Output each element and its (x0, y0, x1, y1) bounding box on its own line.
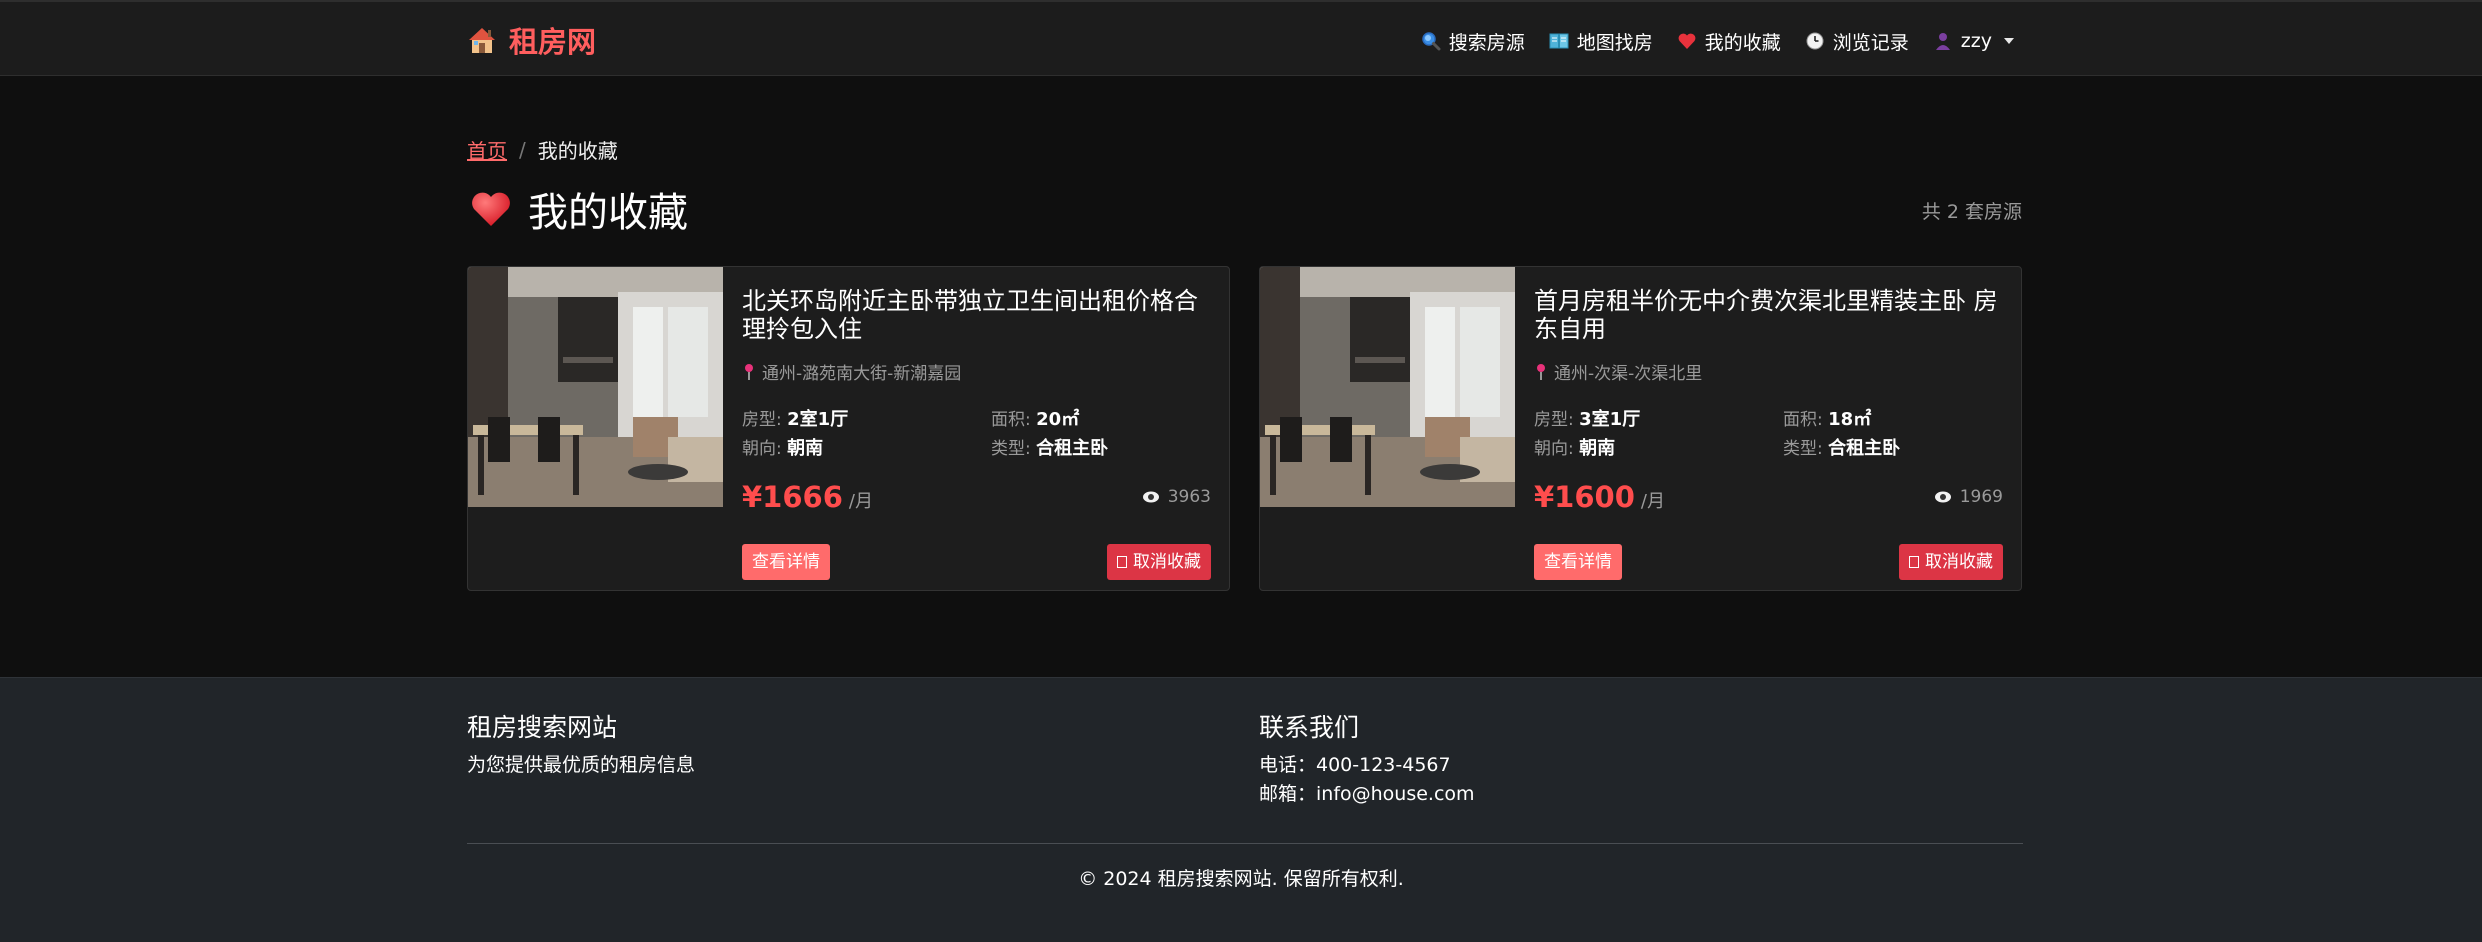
spec-area: 面积: 18㎡ (1783, 405, 1871, 431)
listing-title[interactable]: 首月房租半价无中介费次渠北里精装主卧 房东自用 (1534, 287, 2004, 343)
spec-orientation-value: 朝南 (787, 438, 824, 459)
heart-icon (472, 192, 510, 226)
listing-price: ¥1666 /月 (742, 480, 873, 514)
square-icon (1909, 556, 1919, 568)
nav-label-user: zzy (1960, 30, 1992, 52)
footer: 租房搜索网站 为您提供最优质的租房信息 联系我们 电话：400-123-4567… (0, 677, 2482, 942)
listing-location: 通州-潞苑南大街-新潮嘉园 (742, 359, 961, 384)
spec-orientation: 朝向: 朝南 (742, 434, 823, 460)
map-book-icon (1549, 33, 1569, 49)
view-count: 3963 (1142, 487, 1211, 507)
brand-link[interactable]: 租房网 (467, 22, 597, 59)
spec-area-value: 20㎡ (1036, 409, 1080, 430)
brand-name: 租房网 (509, 25, 597, 59)
price-amount: ¥1600 (1534, 480, 1635, 514)
heart-icon (1678, 33, 1696, 49)
nav-label-search: 搜索房源 (1448, 31, 1525, 54)
spec-layout: 房型: 2室1厅 (742, 405, 848, 431)
nav-item-favorites[interactable]: 我的收藏 (1677, 28, 1781, 55)
listing-photo[interactable] (468, 267, 723, 507)
listing-location: 通州-次渠-次渠北里 (1534, 359, 1702, 384)
eye-icon (1142, 491, 1159, 503)
pin-icon (1537, 363, 1545, 380)
spec-orientation: 朝向: 朝南 (1534, 434, 1615, 460)
breadcrumb: 首页 / 我的收藏 (467, 135, 618, 164)
page-title: 我的收藏 (470, 180, 688, 238)
navbar: 租房网 搜索房源 地图找房 我的收藏 浏览记录 zzy (0, 0, 2482, 76)
spec-orientation-value: 朝南 (1579, 438, 1616, 459)
spec-type: 类型: 合租主卧 (991, 434, 1108, 460)
nav-item-user-dropdown[interactable]: zzy (1933, 30, 2014, 52)
nav-item-history[interactable]: 浏览记录 (1805, 28, 1909, 55)
favorite-card: 首月房租半价无中介费次渠北里精装主卧 房东自用 通州-次渠-次渠北里 房型: 3… (1259, 266, 2022, 591)
page-title-text: 我的收藏 (528, 190, 688, 236)
breadcrumb-home-link[interactable]: 首页 (467, 135, 507, 164)
user-icon (1935, 33, 1950, 50)
spec-area: 面积: 20㎡ (991, 405, 1079, 431)
spec-type-label: 类型: (1783, 439, 1823, 459)
view-count-text: 1969 (1959, 487, 2003, 507)
listing-location-text: 通州-潞苑南大街-新潮嘉园 (762, 364, 962, 384)
spec-orientation-label: 朝向: (1534, 439, 1574, 459)
spec-orientation-label: 朝向: (742, 439, 782, 459)
breadcrumb-current: 我的收藏 (537, 139, 618, 163)
nav-label-history: 浏览记录 (1832, 31, 1909, 54)
nav-menu: 搜索房源 地图找房 我的收藏 浏览记录 zzy (1421, 24, 2014, 58)
nav-label-map: 地图找房 (1576, 31, 1653, 54)
card-body: 首月房租半价无中介费次渠北里精装主卧 房东自用 通州-次渠-次渠北里 房型: 3… (1534, 267, 2003, 590)
footer-copyright: © 2024 租房搜索网站. 保留所有权利. (1078, 868, 1404, 890)
listing-price: ¥1600 /月 (1534, 480, 1665, 514)
nav-item-map[interactable]: 地图找房 (1549, 28, 1653, 55)
remove-favorite-label: 取消收藏 (1133, 552, 1201, 572)
spec-type-value: 合租主卧 (1828, 438, 1901, 459)
view-details-button[interactable]: 查看详情 (1534, 544, 1622, 580)
price-unit: /月 (1640, 491, 1665, 512)
remove-favorite-button[interactable]: 取消收藏 (1107, 544, 1211, 580)
magnifier-icon (1421, 32, 1441, 51)
spec-layout-value: 2室1厅 (787, 409, 849, 430)
spec-layout-label: 房型: (742, 410, 782, 430)
remove-favorite-label: 取消收藏 (1925, 552, 1993, 572)
pin-icon (745, 363, 753, 380)
spec-layout-label: 房型: (1534, 410, 1574, 430)
view-count: 1969 (1934, 487, 2003, 507)
view-details-button[interactable]: 查看详情 (742, 544, 830, 580)
spec-area-label: 面积: (1783, 410, 1823, 430)
favorite-card: 北关环岛附近主卧带独立卫生间出租价格合理拎包入住 通州-潞苑南大街-新潮嘉园 房… (467, 266, 1230, 591)
breadcrumb-separator: / (519, 137, 526, 162)
clock-icon (1806, 32, 1824, 50)
listing-title[interactable]: 北关环岛附近主卧带独立卫生间出租价格合理拎包入住 (742, 287, 1212, 343)
nav-label-favorites: 我的收藏 (1704, 31, 1781, 54)
footer-email: 邮箱：info@house.com (1259, 783, 1475, 805)
remove-favorite-button[interactable]: 取消收藏 (1899, 544, 2003, 580)
footer-phone: 电话：400-123-4567 (1259, 754, 1451, 776)
view-count-text: 3963 (1167, 487, 1211, 507)
footer-site-tagline: 为您提供最优质的租房信息 (467, 754, 696, 776)
spec-type: 类型: 合租主卧 (1783, 434, 1900, 460)
spec-area-label: 面积: (991, 410, 1031, 430)
chevron-down-icon (2004, 38, 2014, 44)
house-icon (469, 28, 495, 53)
spec-layout-value: 3室1厅 (1579, 409, 1641, 430)
spec-type-label: 类型: (991, 439, 1031, 459)
price-unit: /月 (848, 491, 873, 512)
spec-type-value: 合租主卧 (1036, 438, 1109, 459)
nav-item-search[interactable]: 搜索房源 (1421, 28, 1525, 55)
spec-layout: 房型: 3室1厅 (1534, 405, 1640, 431)
footer-site-title: 租房搜索网站 (467, 713, 618, 742)
price-amount: ¥1666 (742, 480, 843, 514)
eye-icon (1934, 491, 1951, 503)
favorites-count: 共 2 套房源 (1921, 201, 2022, 223)
card-body: 北关环岛附近主卧带独立卫生间出租价格合理拎包入住 通州-潞苑南大街-新潮嘉园 房… (742, 267, 1211, 590)
listing-photo[interactable] (1260, 267, 1515, 507)
footer-divider (467, 843, 2023, 844)
square-icon (1117, 556, 1127, 568)
spec-area-value: 18㎡ (1828, 409, 1872, 430)
listing-location-text: 通州-次渠-次渠北里 (1554, 364, 1703, 384)
footer-contact-title: 联系我们 (1259, 713, 1360, 742)
